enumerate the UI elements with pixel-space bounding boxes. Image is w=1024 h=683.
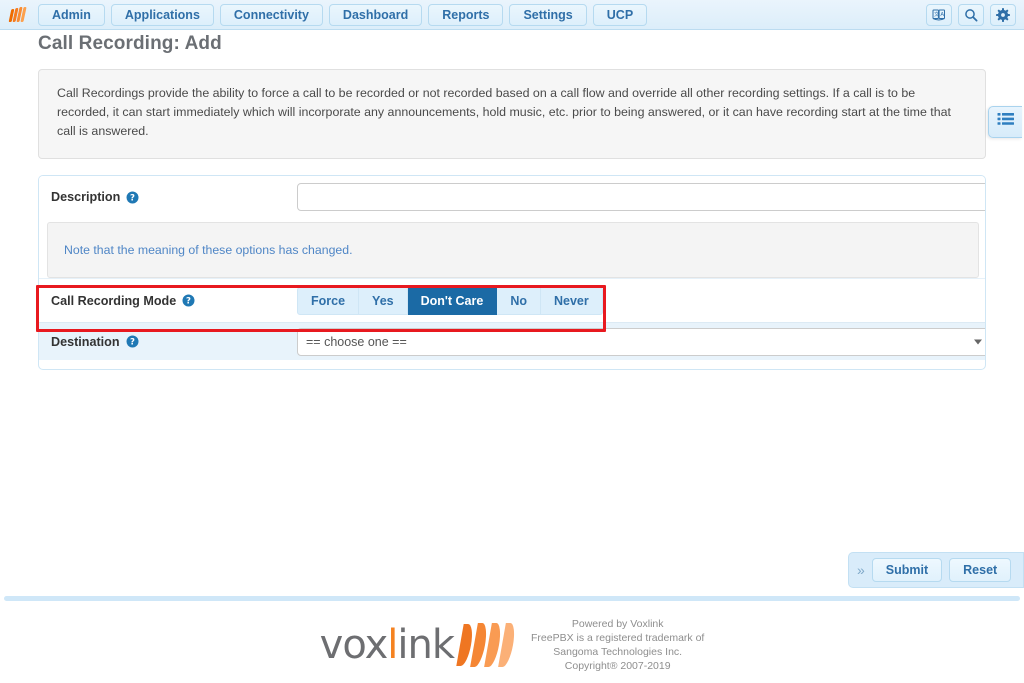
destination-row: Destination ? == choose one == xyxy=(39,322,985,360)
help-circle-icon[interactable]: ? xyxy=(126,335,139,348)
footer-line-4: Copyright® 2007-2019 xyxy=(564,659,671,672)
svg-text:文: 文 xyxy=(934,11,939,18)
destination-label-wrap: Destination ? xyxy=(47,335,297,349)
description-label: Description xyxy=(51,190,121,204)
voxlink-chevron-logo-icon xyxy=(8,7,27,22)
action-bar-collapse-icon[interactable]: » xyxy=(857,563,865,577)
destination-field-wrap: == choose one == xyxy=(297,327,985,356)
voxlink-word-accent: l xyxy=(387,621,398,668)
svg-text:?: ? xyxy=(130,193,135,203)
nav-tab-ucp[interactable]: UCP xyxy=(592,3,648,26)
footer-line-3: Sangoma Technologies Inc. xyxy=(553,645,683,658)
description-input[interactable] xyxy=(297,183,985,211)
navbar-right-icons: 文 A xyxy=(926,3,1016,26)
nav-tab-reports[interactable]: Reports xyxy=(428,3,504,26)
mode-option-no[interactable]: No xyxy=(497,286,541,315)
destination-select-wrap: == choose one == xyxy=(297,327,985,356)
footer-text: Powered by Voxlink FreePBX is a register… xyxy=(531,617,704,673)
chevron-down-icon xyxy=(974,339,982,344)
svg-text:?: ? xyxy=(130,338,135,348)
voxlink-logo: voxlink xyxy=(319,621,517,668)
mode-option-never[interactable]: Never xyxy=(540,286,603,315)
help-circle-icon[interactable]: ? xyxy=(126,191,139,204)
footer-line-1: Powered by Voxlink xyxy=(571,617,664,630)
nav-tab-applications[interactable]: Applications xyxy=(110,3,214,26)
language-button[interactable]: 文 A xyxy=(926,3,952,26)
top-navbar: Admin Applications Connectivity Dashboar… xyxy=(0,0,1024,30)
nav-tab-connectivity[interactable]: Connectivity xyxy=(219,3,323,26)
destination-select[interactable]: == choose one == xyxy=(297,327,985,356)
reset-button[interactable]: Reset xyxy=(949,558,1012,582)
brand-logo[interactable] xyxy=(2,0,32,30)
help-circle-icon[interactable]: ? xyxy=(182,294,195,307)
nav-tab-settings[interactable]: Settings xyxy=(509,3,587,26)
gear-icon xyxy=(996,7,1010,22)
call-recording-mode-label-wrap: Call Recording Mode ? xyxy=(47,294,297,308)
description-field-wrap xyxy=(297,183,985,211)
info-panel: Call Recordings provide the ability to f… xyxy=(38,69,986,159)
call-recording-mode-field-wrap: Force Yes Don't Care No Never xyxy=(297,286,977,315)
destination-label: Destination xyxy=(51,334,120,349)
call-recording-form: Description ? Note that the meaning of t… xyxy=(38,175,986,370)
app-page: Admin Applications Connectivity Dashboar… xyxy=(0,0,1024,683)
call-recording-mode-row: Call Recording Mode ? Force Yes Don't Ca… xyxy=(39,278,985,322)
svg-text:?: ? xyxy=(186,297,191,307)
settings-button[interactable] xyxy=(990,3,1016,26)
form-action-bar: » Submit Reset xyxy=(848,552,1024,588)
call-recording-mode-label: Call Recording Mode xyxy=(51,293,177,308)
description-label-wrap: Description ? xyxy=(47,190,297,204)
list-icon xyxy=(997,112,1015,132)
svg-text:A: A xyxy=(940,12,944,18)
page-footer: voxlink Powered by Voxlink FreePBX is a … xyxy=(0,606,1024,683)
language-icon: 文 A xyxy=(932,8,946,22)
nav-tab-dashboard[interactable]: Dashboard xyxy=(328,3,423,26)
nav-tab-list: Admin Applications Connectivity Dashboar… xyxy=(38,3,648,26)
submit-button[interactable]: Submit xyxy=(871,558,943,582)
page-title: Call Recording: Add xyxy=(38,33,222,54)
voxlink-word-part-2: ink xyxy=(397,621,455,668)
voxlink-word-part-1: vox xyxy=(319,621,389,668)
info-panel-text: Call Recordings provide the ability to f… xyxy=(57,86,951,138)
call-recording-mode-button-group: Force Yes Don't Care No Never xyxy=(297,286,603,315)
footer-line-2: FreePBX is a registered trademark of xyxy=(531,631,705,644)
mode-option-force[interactable]: Force xyxy=(297,286,360,315)
search-icon xyxy=(964,8,978,22)
side-panel-toggle[interactable] xyxy=(988,106,1022,138)
voxlink-wordmark: voxlink xyxy=(319,621,455,668)
footer-divider xyxy=(4,596,1020,601)
mode-option-dont-care[interactable]: Don't Care xyxy=(407,286,498,315)
voxlink-chevron-logo-icon xyxy=(456,622,517,667)
description-row: Description ? xyxy=(39,176,985,218)
options-note-text: Note that the meaning of these options h… xyxy=(64,243,353,257)
options-note: Note that the meaning of these options h… xyxy=(47,222,979,278)
search-button[interactable] xyxy=(958,3,984,26)
nav-tab-admin[interactable]: Admin xyxy=(38,3,105,26)
mode-option-yes[interactable]: Yes xyxy=(359,286,408,315)
